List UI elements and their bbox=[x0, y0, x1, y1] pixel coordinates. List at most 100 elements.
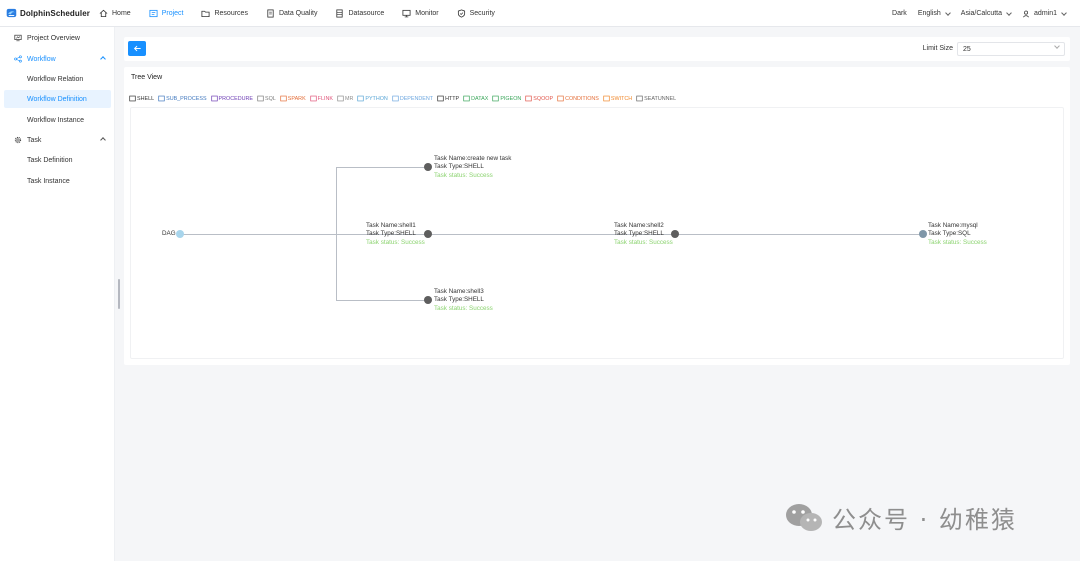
nav-project-label: Project bbox=[161, 9, 184, 17]
node-shell1[interactable] bbox=[424, 230, 432, 238]
legend-item-label: HTTP bbox=[445, 95, 460, 102]
task-type-icon bbox=[437, 95, 444, 102]
task-type-icon bbox=[129, 95, 136, 102]
edge-branch-vertical bbox=[336, 167, 337, 300]
legend-item-sql[interactable]: SQL bbox=[257, 95, 276, 102]
arrow-left-icon bbox=[133, 45, 141, 52]
nav-resources-label: Resources bbox=[214, 9, 248, 17]
legend-item-http[interactable]: HTTP bbox=[437, 95, 459, 102]
sidebar-item-workflow-instance[interactable]: Workflow Instance bbox=[4, 111, 111, 129]
node-mysql[interactable] bbox=[919, 230, 927, 238]
sidebar-resize-handle[interactable] bbox=[118, 279, 120, 309]
user-menu[interactable]: admin1 bbox=[1022, 9, 1067, 18]
tree-view-title: Tree View bbox=[131, 74, 163, 81]
user-icon bbox=[1022, 10, 1030, 17]
legend-item-datax[interactable]: DATAX bbox=[463, 95, 488, 102]
nav-security[interactable]: Security bbox=[448, 0, 504, 27]
legend-item-seatunnel[interactable]: SEATUNNEL bbox=[636, 95, 676, 102]
tree-canvas[interactable]: DAG Task Name:create new task Task Type:… bbox=[130, 107, 1064, 359]
task-type: Task Type:SHELL bbox=[434, 296, 484, 304]
node-label-shell1: Task Name:shell1 Task Type:SHELL Task st… bbox=[366, 222, 425, 247]
node-create-new-task[interactable] bbox=[424, 163, 432, 171]
app-logo[interactable]: DolphinScheduler bbox=[0, 5, 90, 21]
task-type-icon bbox=[492, 95, 499, 102]
nav-data-quality-label: Data Quality bbox=[278, 9, 318, 17]
node-label-create-new-task: Task Name:create new task Task Type:SHEL… bbox=[434, 155, 511, 180]
language-select[interactable]: English bbox=[917, 9, 951, 17]
sidebar-item-task[interactable]: Task bbox=[4, 131, 111, 149]
nav-datasource-label: Datasource bbox=[348, 9, 385, 17]
sidebar-item-label: Workflow Relation bbox=[27, 75, 84, 83]
nav-resources[interactable]: Resources bbox=[192, 0, 256, 27]
sidebar-item-workflow[interactable]: Workflow bbox=[4, 50, 111, 68]
task-status: Task status: Success bbox=[434, 171, 493, 179]
chevron-down-icon bbox=[944, 9, 951, 16]
legend-item-spark[interactable]: SPARK bbox=[280, 95, 306, 102]
task-type-icon bbox=[337, 95, 344, 102]
legend-item-label: SHELL bbox=[137, 95, 155, 102]
legend-item-pigeon[interactable]: PIGEON bbox=[492, 95, 521, 102]
sidebar-item-workflow-definition[interactable]: Workflow Definition bbox=[4, 90, 111, 108]
task-name: Task Name:shell2 bbox=[614, 222, 664, 229]
gear-icon bbox=[14, 136, 22, 144]
legend-item-sub-process[interactable]: SUB_PROCESS bbox=[158, 95, 207, 102]
shield-icon bbox=[457, 8, 465, 18]
task-type-icon bbox=[158, 95, 165, 102]
back-button[interactable] bbox=[128, 41, 146, 56]
legend-item-mr[interactable]: MR bbox=[337, 95, 353, 102]
dolphinscheduler-logo-icon bbox=[6, 8, 17, 18]
nav-home[interactable]: Home bbox=[90, 0, 140, 27]
overview-icon bbox=[14, 34, 22, 42]
nav-datasource[interactable]: Datasource bbox=[326, 0, 393, 27]
chevron-down-icon bbox=[1061, 9, 1067, 16]
legend-item-sqoop[interactable]: SQOOP bbox=[525, 95, 553, 102]
edge-to-shell3 bbox=[336, 300, 427, 301]
sidebar-item-workflow-relation[interactable]: Workflow Relation bbox=[4, 70, 111, 88]
task-type-icon bbox=[557, 95, 564, 102]
legend-item-label: SEATUNNEL bbox=[644, 95, 677, 102]
task-name: Task Name:mysql bbox=[928, 222, 978, 229]
task-status: Task status: Success bbox=[434, 304, 493, 312]
sidebar-item-label: Workflow bbox=[27, 55, 56, 63]
sidebar-item-task-instance[interactable]: Task Instance bbox=[4, 172, 111, 190]
monitor-icon bbox=[402, 9, 411, 17]
task-type: Task Type:SHELL bbox=[434, 163, 484, 171]
legend-item-label: DEPENDENT bbox=[399, 95, 434, 102]
main-nav: Home Project Resources Data Quality Data… bbox=[90, 0, 504, 27]
edge-to-create-new-task bbox=[336, 167, 427, 168]
task-type: Task Type:SHELL bbox=[366, 230, 416, 238]
task-type-icon bbox=[280, 95, 287, 102]
legend-item-conditions[interactable]: CONDITIONS bbox=[557, 95, 599, 102]
legend-item-dependent[interactable]: DEPENDENT bbox=[392, 95, 433, 102]
nav-data-quality[interactable]: Data Quality bbox=[257, 0, 327, 27]
sidebar-item-project-overview[interactable]: Project Overview bbox=[4, 29, 111, 47]
dag-root-node[interactable] bbox=[176, 230, 184, 238]
legend-item-label: SPARK bbox=[287, 95, 306, 102]
legend-item-label: PROCEDURE bbox=[218, 95, 253, 102]
legend-item-label: PIGEON bbox=[500, 95, 522, 102]
limit-size-select[interactable]: 25 bbox=[957, 42, 1065, 56]
nav-home-label: Home bbox=[112, 9, 131, 17]
nav-security-label: Security bbox=[469, 9, 495, 17]
theme-toggle[interactable]: Dark bbox=[892, 10, 907, 17]
legend-item-flink[interactable]: FLINK bbox=[310, 95, 333, 102]
node-shell3[interactable] bbox=[424, 296, 432, 304]
nav-monitor[interactable]: Monitor bbox=[393, 0, 447, 27]
legend-item-procedure[interactable]: PROCEDURE bbox=[210, 95, 253, 102]
toolbar-panel: Limit Size 25 bbox=[124, 37, 1070, 61]
legend-item-label: FLINK bbox=[317, 95, 333, 102]
legend-item-label: SUB_PROCESS bbox=[166, 95, 207, 102]
task-type: Task Type:SQL bbox=[928, 230, 971, 238]
app-name: DolphinScheduler bbox=[19, 8, 90, 18]
node-label-mysql: Task Name:mysql Task Type:SQL Task statu… bbox=[928, 222, 987, 247]
sidebar-item-task-definition[interactable]: Task Definition bbox=[4, 151, 111, 169]
nav-project[interactable]: Project bbox=[140, 0, 193, 27]
timezone-select[interactable]: Asia/Calcutta bbox=[961, 9, 1012, 17]
task-type-icon bbox=[257, 95, 264, 102]
sidebar-item-label: Workflow Definition bbox=[27, 95, 87, 103]
legend-item-python[interactable]: PYTHON bbox=[357, 95, 388, 102]
legend-item-shell[interactable]: SHELL bbox=[129, 95, 154, 102]
legend-item-switch[interactable]: SWITCH bbox=[603, 95, 632, 102]
sidebar-item-label: Task bbox=[27, 136, 42, 144]
language-label: English bbox=[917, 10, 941, 17]
